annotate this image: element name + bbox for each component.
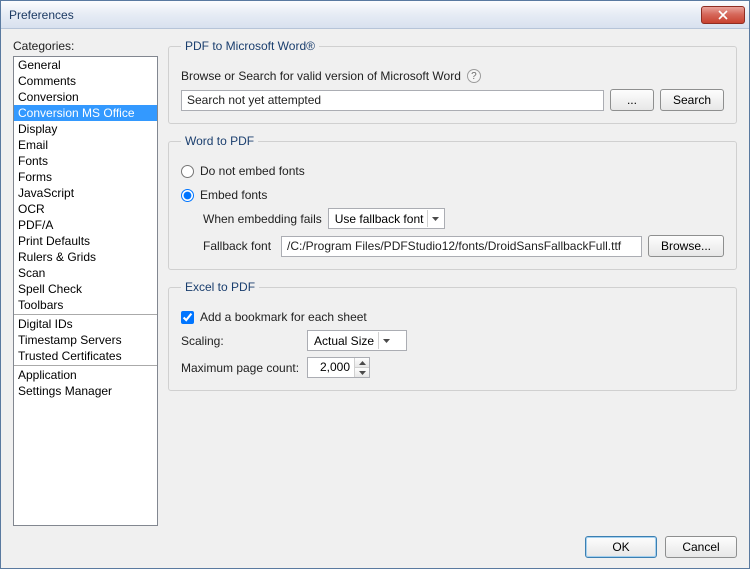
scaling-dropdown[interactable]: Actual Size [307, 330, 407, 351]
radio-no-embed-input[interactable] [181, 165, 194, 178]
radio-embed[interactable]: Embed fonts [181, 188, 267, 202]
max-page-count-label: Maximum page count: [181, 361, 301, 375]
scaling-value: Actual Size [314, 334, 374, 348]
category-item[interactable]: Toolbars [14, 297, 157, 313]
checkbox-bookmark-input[interactable] [181, 311, 194, 324]
window-title: Preferences [9, 8, 701, 22]
categories-list[interactable]: GeneralCommentsConversionConversion MS O… [13, 56, 158, 526]
max-page-count-value: 2,000 [308, 358, 354, 377]
scaling-label: Scaling: [181, 334, 301, 348]
category-item[interactable]: Conversion MS Office [14, 105, 157, 121]
category-item[interactable]: Email [14, 137, 157, 153]
chevron-up-icon [359, 361, 366, 365]
category-item[interactable]: Timestamp Servers [14, 332, 157, 348]
ok-button[interactable]: OK [585, 536, 657, 558]
category-item[interactable]: PDF/A [14, 217, 157, 233]
dialog-footer: OK Cancel [13, 526, 737, 558]
checkbox-bookmark-each-sheet[interactable]: Add a bookmark for each sheet [181, 310, 367, 324]
category-item[interactable]: Comments [14, 73, 157, 89]
cancel-button[interactable]: Cancel [665, 536, 737, 558]
fallback-font-label: Fallback font [203, 239, 275, 253]
group-word-to-pdf: Word to PDF Do not embed fonts Embed fon… [168, 134, 737, 270]
category-separator [14, 314, 157, 315]
category-item[interactable]: Rulers & Grids [14, 249, 157, 265]
category-item[interactable]: OCR [14, 201, 157, 217]
pdf-to-word-instruction: Browse or Search for valid version of Mi… [181, 69, 461, 83]
radio-no-embed[interactable]: Do not embed fonts [181, 164, 305, 178]
when-embedding-fails-label: When embedding fails [203, 212, 322, 226]
chevron-down-icon [359, 371, 366, 375]
help-icon[interactable]: ? [467, 69, 481, 83]
category-item[interactable]: Display [14, 121, 157, 137]
categories-label: Categories: [13, 39, 158, 53]
word-search-button[interactable]: Search [660, 89, 724, 111]
when-embedding-fails-dropdown[interactable]: Use fallback font [328, 208, 446, 229]
category-separator [14, 365, 157, 366]
max-page-count-spinner[interactable]: 2,000 [307, 357, 370, 378]
spinner-down-button[interactable] [355, 368, 369, 377]
category-item[interactable]: Settings Manager [14, 383, 157, 399]
category-item[interactable]: Fonts [14, 153, 157, 169]
category-item[interactable]: General [14, 57, 157, 73]
radio-embed-input[interactable] [181, 189, 194, 202]
radio-embed-label: Embed fonts [200, 188, 267, 202]
radio-no-embed-label: Do not embed fonts [200, 164, 305, 178]
close-icon [718, 10, 728, 20]
title-bar: Preferences [1, 1, 749, 29]
category-item[interactable]: Digital IDs [14, 316, 157, 332]
spinner-up-button[interactable] [355, 358, 369, 368]
chevron-down-icon [378, 332, 393, 349]
category-item[interactable]: JavaScript [14, 185, 157, 201]
category-item[interactable]: Spell Check [14, 281, 157, 297]
legend-excel-to-pdf: Excel to PDF [181, 280, 259, 294]
category-item[interactable]: Forms [14, 169, 157, 185]
category-item[interactable]: Application [14, 367, 157, 383]
fallback-font-input[interactable] [281, 236, 642, 257]
category-item[interactable]: Conversion [14, 89, 157, 105]
fallback-browse-button[interactable]: Browse... [648, 235, 724, 257]
word-browse-button[interactable]: ... [610, 89, 654, 111]
category-item[interactable]: Scan [14, 265, 157, 281]
word-search-status: Search not yet attempted [181, 90, 604, 111]
group-pdf-to-word: PDF to Microsoft Word® Browse or Search … [168, 39, 737, 124]
checkbox-bookmark-label: Add a bookmark for each sheet [200, 310, 367, 324]
category-item[interactable]: Print Defaults [14, 233, 157, 249]
category-item[interactable]: Trusted Certificates [14, 348, 157, 364]
legend-pdf-to-word: PDF to Microsoft Word® [181, 39, 319, 53]
group-excel-to-pdf: Excel to PDF Add a bookmark for each she… [168, 280, 737, 391]
close-button[interactable] [701, 6, 745, 24]
chevron-down-icon [427, 210, 442, 227]
legend-word-to-pdf: Word to PDF [181, 134, 258, 148]
when-embedding-fails-value: Use fallback font [335, 212, 424, 226]
